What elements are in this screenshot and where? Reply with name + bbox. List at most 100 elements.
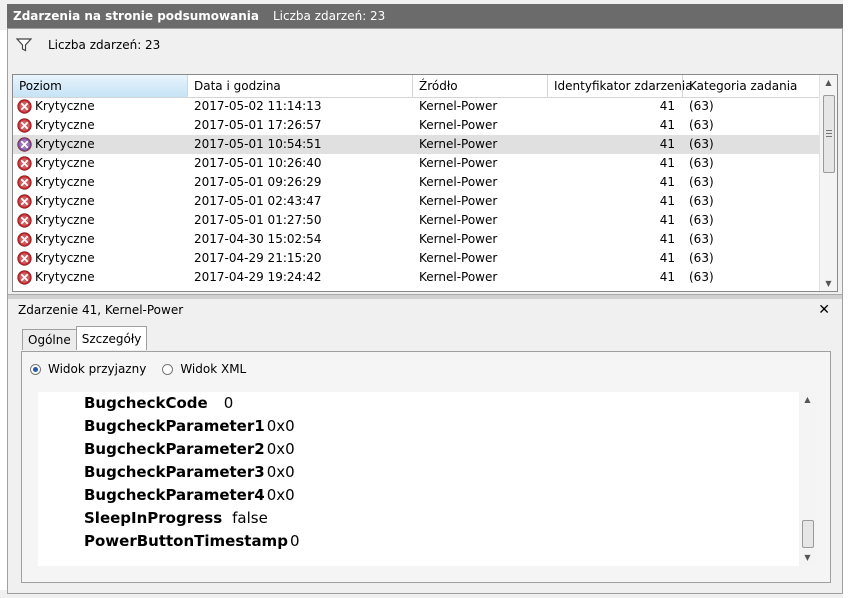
table-row[interactable]: Krytyczne 2017-05-02 11:14:13 Kernel-Power… [13, 97, 821, 116]
radio-friendly-label: Widok przyjazny [48, 362, 147, 376]
detail-field-key: SleepInProgress [84, 509, 223, 527]
detail-field-key: BugcheckCode [84, 394, 208, 412]
detail-field-value: 0x0 [266, 417, 295, 435]
column-header-source[interactable]: Źródło [413, 75, 548, 97]
level-text: Krytyczne [35, 99, 95, 113]
close-icon[interactable]: ✕ [818, 299, 830, 321]
level-cell: Krytyczne [13, 154, 188, 173]
detail-field-value: 0x0 [266, 463, 295, 481]
event-id-cell: 41 [659, 251, 675, 265]
scroll-up-icon[interactable]: ▲ [820, 75, 837, 90]
source-cell: Kernel-Power [419, 213, 498, 227]
table-row[interactable]: Krytyczne 2017-05-01 10:26:40 Kernel-Power… [13, 154, 821, 173]
source-cell: Kernel-Power [419, 99, 498, 113]
table-row[interactable]: Krytyczne 2017-05-01 09:26:29 Kernel-Power… [13, 173, 821, 192]
table-row[interactable]: Krytyczne 2017-04-29 19:24:42 Kernel-Power… [13, 268, 821, 287]
datetime-cell: 2017-05-01 17:26:57 [194, 118, 322, 132]
event-id-cell: 41 [659, 118, 675, 132]
level-text: Krytyczne [35, 156, 95, 170]
event-id-cell: 41 [659, 213, 675, 227]
event-details-view[interactable]: ▲ ▼ BugcheckCode 0 BugcheckParameter1 0x0 Bu… [38, 392, 816, 566]
critical-error-icon [17, 137, 32, 152]
tab-details[interactable]: Szczegóły [75, 326, 148, 350]
table-row[interactable]: Krytyczne 2017-04-29 21:15:20 Kernel-Power… [13, 249, 821, 268]
source-cell: Kernel-Power [419, 251, 498, 265]
task-category-cell: (63) [689, 175, 714, 189]
detail-field-key: BugcheckParameter3 [84, 463, 265, 481]
list-scrollbar[interactable]: ▲ ▼ [819, 75, 837, 291]
detail-field-value: 0x0 [266, 440, 295, 458]
radio-xml-view[interactable]: Widok XML [162, 362, 246, 376]
filter-icon[interactable] [16, 38, 32, 52]
critical-error-icon [17, 213, 32, 228]
detail-field-key: BugcheckParameter1 [84, 417, 265, 435]
scroll-down-icon[interactable]: ▼ [820, 276, 837, 291]
event-id-cell: 41 [659, 232, 675, 246]
list-header: Poziom Data i godzina Źródło Identyfikat… [13, 75, 821, 98]
column-header-task-category[interactable]: Kategoria zadania [683, 75, 821, 97]
level-cell: Krytyczne [13, 211, 188, 230]
detail-field-key: BugcheckParameter2 [84, 440, 265, 458]
scroll-up-icon[interactable]: ▲ [799, 392, 816, 407]
source-cell: Kernel-Power [419, 156, 498, 170]
radio-friendly-view[interactable]: Widok przyjazny [30, 362, 146, 376]
detail-title: Zdarzenie 41, Kernel-Power [18, 303, 184, 317]
task-category-cell: (63) [689, 99, 714, 113]
source-cell: Kernel-Power [419, 194, 498, 208]
table-row[interactable]: Krytyczne 2017-04-30 15:02:54 Kernel-Power… [13, 230, 821, 249]
datetime-cell: 2017-05-01 10:26:40 [194, 156, 322, 170]
details-scrollbar[interactable]: ▲ ▼ [799, 392, 816, 566]
table-row[interactable]: Krytyczne 2017-05-01 10:54:51 Kernel-Power… [13, 135, 821, 154]
radio-unchecked-icon[interactable] [162, 363, 174, 375]
event-id-cell: 41 [659, 137, 675, 151]
critical-error-icon [17, 232, 32, 247]
events-list[interactable]: Poziom Data i godzina Źródło Identyfikat… [12, 74, 838, 292]
task-category-cell: (63) [689, 118, 714, 132]
critical-error-icon [17, 194, 32, 209]
table-row[interactable]: Krytyczne 2017-05-01 01:27:50 Kernel-Power… [13, 211, 821, 230]
window-title-count: Liczba zdarzeń: 23 [273, 9, 386, 23]
datetime-cell: 2017-04-29 21:15:20 [194, 251, 322, 265]
level-cell: Krytyczne [13, 135, 188, 154]
detail-field: PowerButtonTimestamp 0 [84, 530, 299, 553]
source-cell: Kernel-Power [419, 270, 498, 284]
scroll-thumb[interactable] [802, 520, 814, 548]
task-category-cell: (63) [689, 156, 714, 170]
datetime-cell: 2017-04-29 19:24:42 [194, 270, 322, 284]
list-rows: Krytyczne 2017-05-02 11:14:13 Kernel-Power… [13, 97, 821, 287]
task-category-cell: (63) [689, 194, 714, 208]
datetime-cell: 2017-05-01 02:43:47 [194, 194, 322, 208]
radio-checked-icon[interactable] [30, 363, 41, 375]
detail-field: BugcheckParameter1 0x0 [84, 415, 295, 438]
column-header-level[interactable]: Poziom [13, 75, 188, 97]
scroll-thumb[interactable] [823, 95, 835, 173]
detail-field: BugcheckCode 0 [84, 392, 233, 415]
source-cell: Kernel-Power [419, 232, 498, 246]
critical-error-icon [17, 118, 32, 133]
level-cell: Krytyczne [13, 192, 188, 211]
tab-general[interactable]: Ogólne [22, 329, 77, 350]
datetime-cell: 2017-05-02 11:14:13 [194, 99, 322, 113]
scroll-down-icon[interactable]: ▼ [799, 550, 816, 565]
column-header-event-id[interactable]: Identyfikator zdarzenia [548, 75, 693, 97]
view-options: Widok przyjazny Widok XML [30, 362, 262, 376]
level-text: Krytyczne [35, 137, 95, 151]
table-row[interactable]: Krytyczne 2017-05-01 02:43:47 Kernel-Power… [13, 192, 821, 211]
source-cell: Kernel-Power [419, 118, 498, 132]
level-text: Krytyczne [35, 251, 95, 265]
detail-field-value: 0 [223, 394, 234, 412]
datetime-cell: 2017-04-30 15:02:54 [194, 232, 322, 246]
detail-field-value: false [232, 509, 268, 527]
table-row[interactable]: Krytyczne 2017-05-01 17:26:57 Kernel-Power… [13, 116, 821, 135]
detail-header: Zdarzenie 41, Kernel-Power ✕ [8, 299, 842, 321]
detail-field-key: PowerButtonTimestamp [84, 532, 288, 550]
critical-error-icon [17, 99, 32, 114]
task-category-cell: (63) [689, 213, 714, 227]
datetime-cell: 2017-05-01 01:27:50 [194, 213, 322, 227]
level-cell: Krytyczne [13, 249, 188, 268]
level-text: Krytyczne [35, 232, 95, 246]
task-category-cell: (63) [689, 232, 714, 246]
detail-field: BugcheckParameter3 0x0 [84, 461, 295, 484]
window-title: Zdarzenia na stronie podsumowania [13, 9, 259, 23]
column-header-datetime[interactable]: Data i godzina [188, 75, 413, 97]
